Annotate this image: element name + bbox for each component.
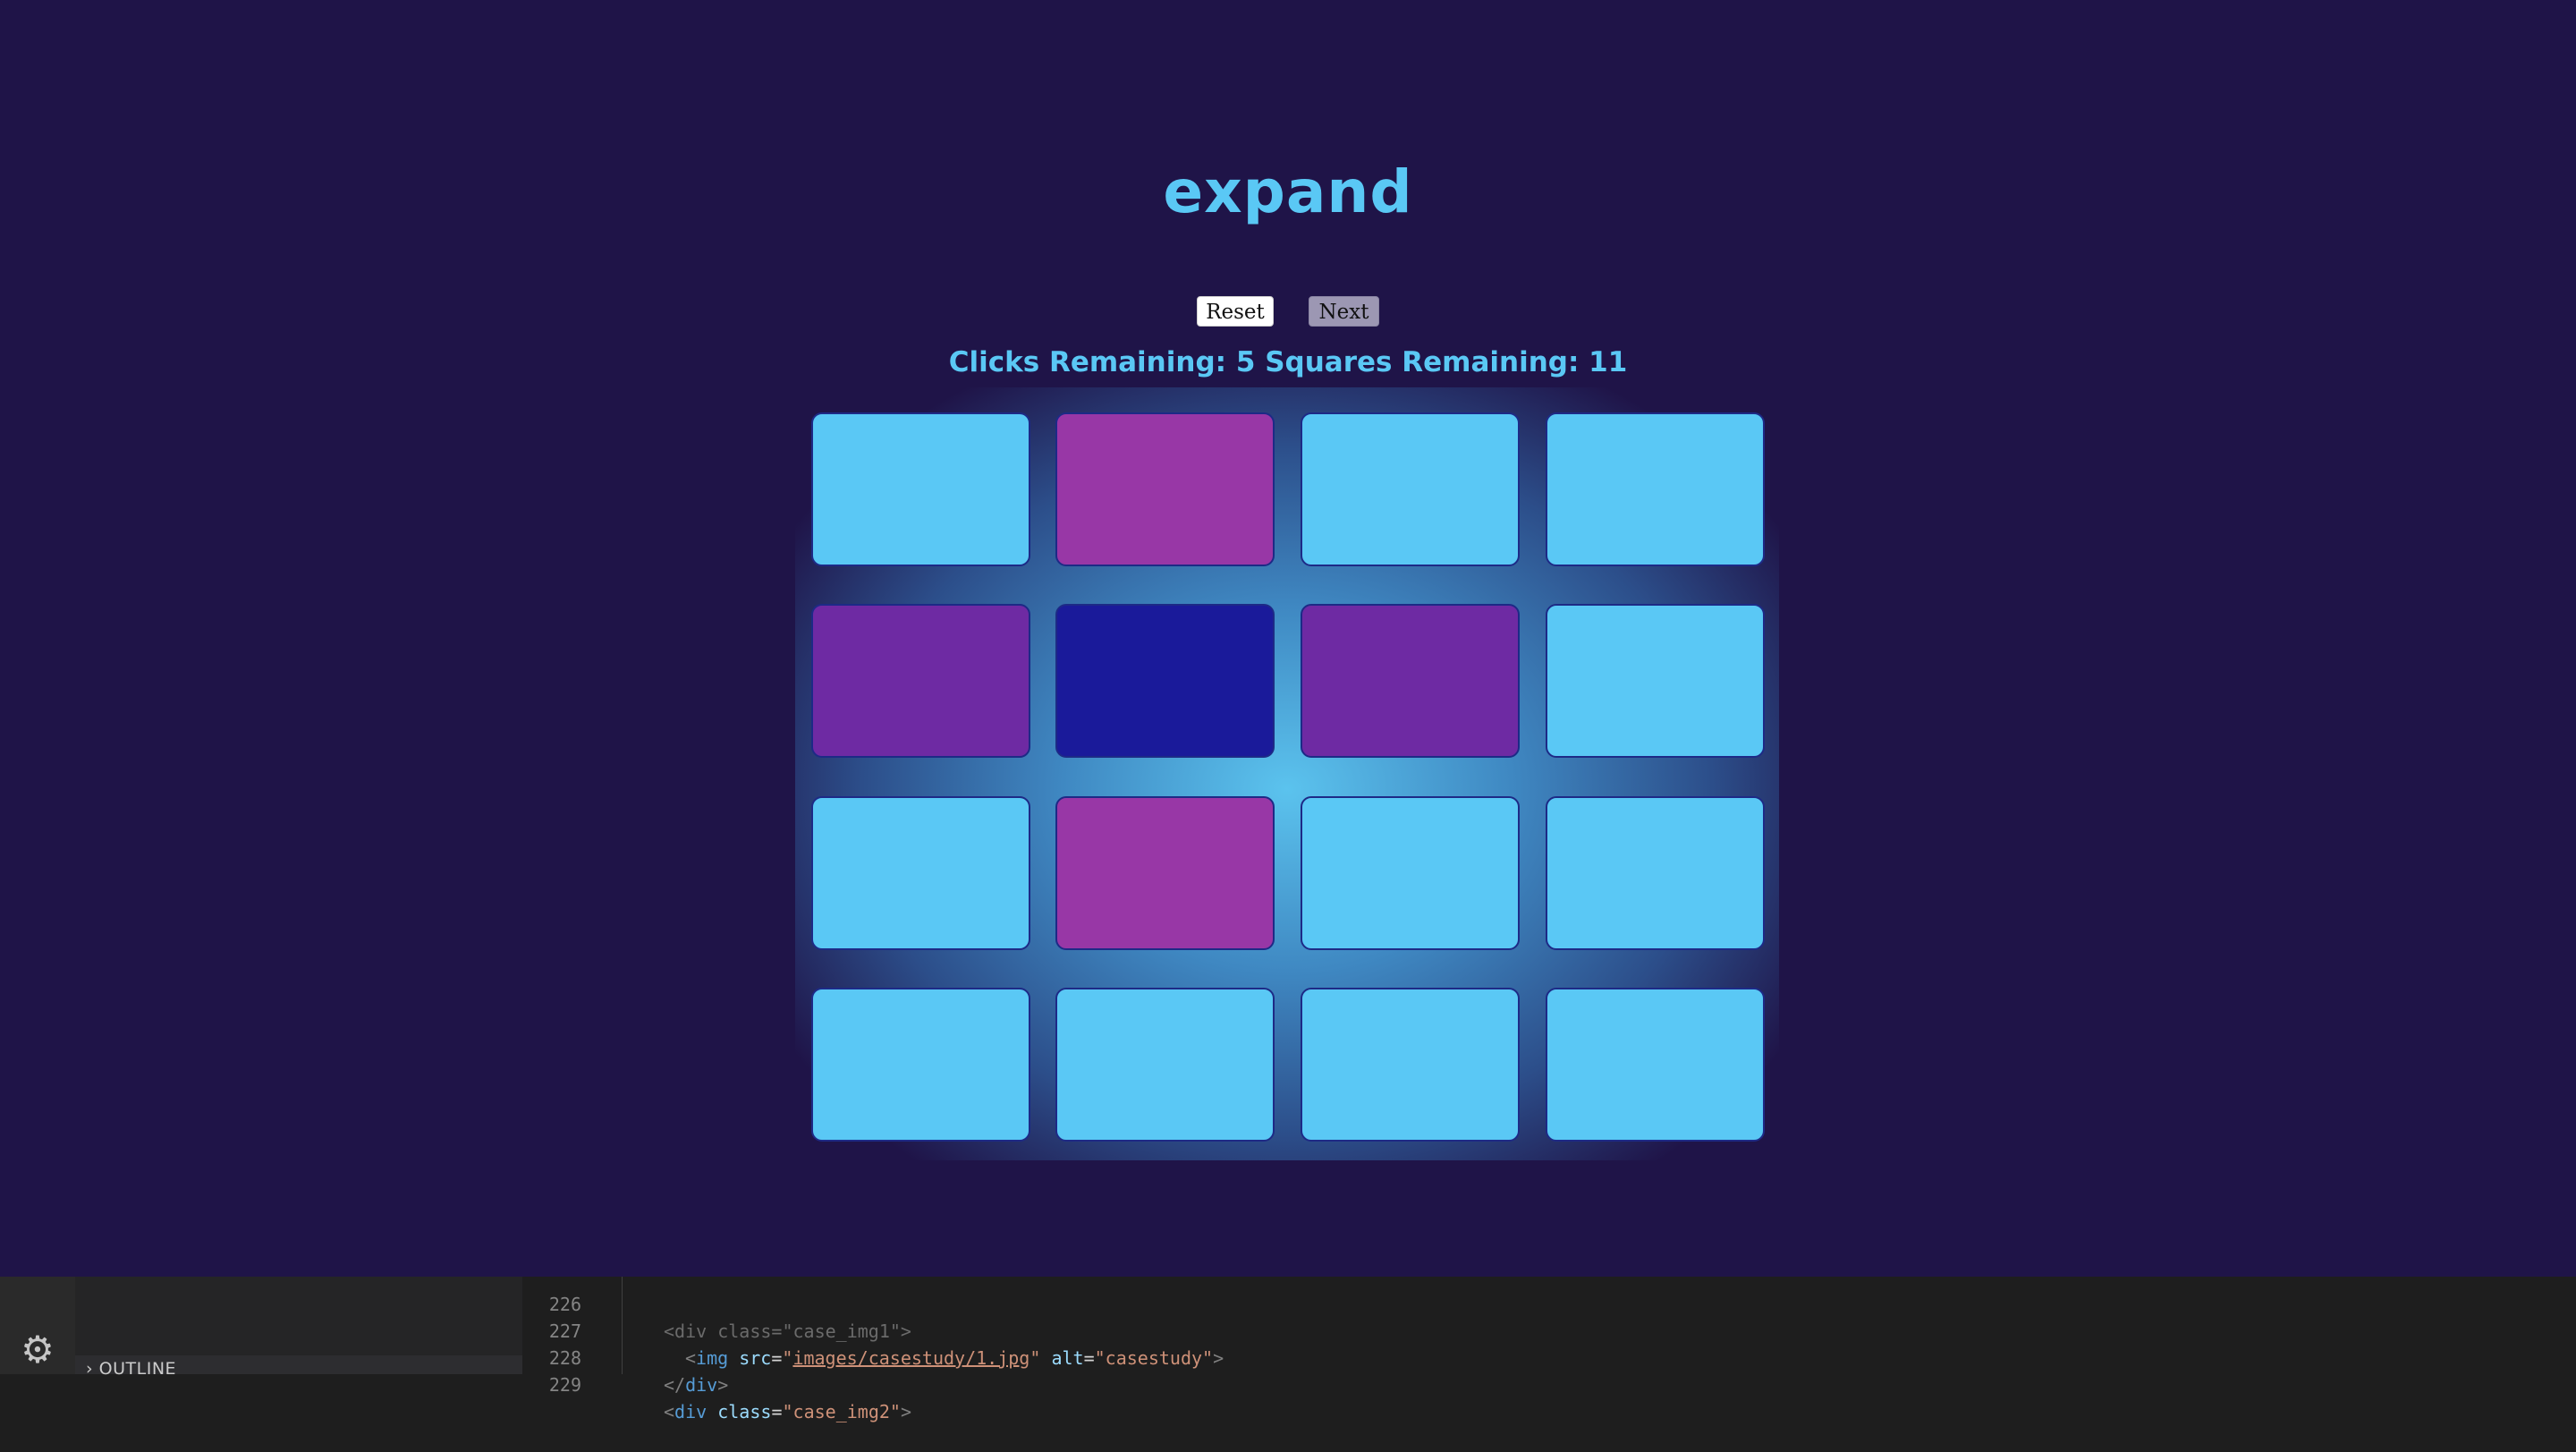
- tile-r3-c1[interactable]: [811, 796, 1030, 950]
- tile-r3-c3[interactable]: [1301, 796, 1520, 950]
- reset-button[interactable]: Reset: [1197, 296, 1274, 327]
- game-title: expand: [1163, 157, 1413, 226]
- game-board: [795, 387, 1779, 1160]
- activity-bar: ⚙: [0, 1277, 75, 1374]
- code-line[interactable]: 229 <div class="case_img2">: [522, 1345, 2576, 1422]
- tile-r2-c2[interactable]: [1055, 604, 1275, 758]
- outline-label[interactable]: › OUTLINE: [86, 1359, 176, 1379]
- outline-label-text: OUTLINE: [98, 1359, 177, 1379]
- tile-r2-c4[interactable]: [1546, 604, 1765, 758]
- status-text: Clicks Remaining: 5 Squares Remaining: 1…: [948, 346, 1628, 378]
- tile-r1-c3[interactable]: [1301, 412, 1520, 566]
- tile-r1-c1[interactable]: [811, 412, 1030, 566]
- code-text: </div>: [664, 1374, 729, 1396]
- code-text: <div class="case_img2">: [664, 1401, 911, 1422]
- tile-r4-c4[interactable]: [1546, 988, 1765, 1142]
- chevron-right-icon: ›: [86, 1359, 94, 1379]
- code-line[interactable]: 227 <img src="images/casestudy/1.jpg" al…: [522, 1291, 2576, 1369]
- line-number: 229: [548, 1374, 581, 1396]
- gear-icon[interactable]: ⚙: [16, 1329, 59, 1371]
- tile-r2-c3[interactable]: [1301, 604, 1520, 758]
- code-line[interactable]: 228 </div>: [522, 1318, 2576, 1396]
- tile-r3-c4[interactable]: [1546, 796, 1765, 950]
- tile-r4-c2[interactable]: [1055, 988, 1275, 1142]
- code-editor: ⚙ › OUTLINE 226 <div class="case_img1"> …: [0, 1277, 2576, 1422]
- next-button[interactable]: Next: [1309, 296, 1379, 327]
- tile-r1-c2[interactable]: [1055, 412, 1275, 566]
- tile-r2-c1[interactable]: [811, 604, 1030, 758]
- tile-r1-c4[interactable]: [1546, 412, 1765, 566]
- tile-r4-c3[interactable]: [1301, 988, 1520, 1142]
- game-area: expand Reset Next Clicks Remaining: 5 Sq…: [0, 0, 2576, 1277]
- tile-r4-c1[interactable]: [811, 988, 1030, 1142]
- tile-r3-c2[interactable]: [1055, 796, 1275, 950]
- code-line[interactable]: 226 <div class="case_img1">: [522, 1264, 2576, 1342]
